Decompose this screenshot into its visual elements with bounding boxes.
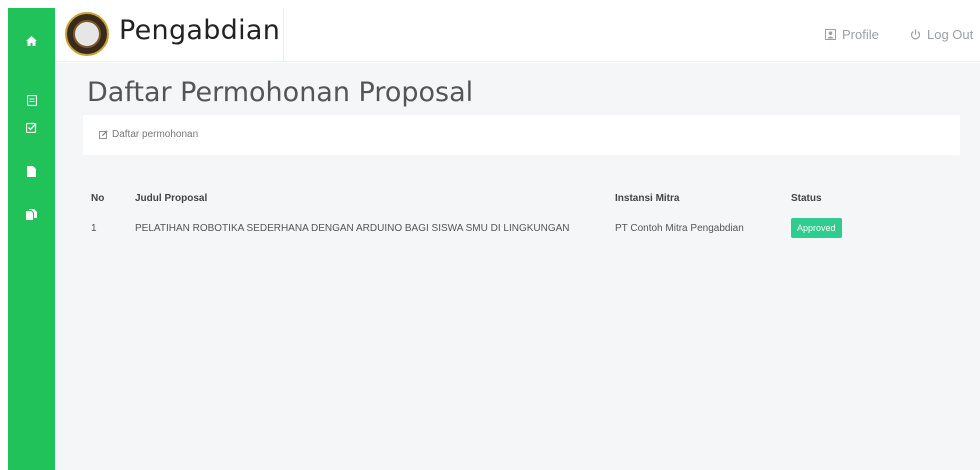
logo-emblem xyxy=(73,20,101,48)
page-title: Daftar Permohonan Proposal xyxy=(87,77,474,108)
sidebar-item-files[interactable] xyxy=(8,205,55,223)
section-label-text: Daftar permohonan xyxy=(112,129,199,140)
brand-divider xyxy=(283,8,284,62)
checkbox-icon xyxy=(26,122,37,133)
sidebar-item-document[interactable] xyxy=(8,91,55,109)
cell-status: Approved xyxy=(791,209,881,247)
top-navbar: Pengabdian Profile Log Out xyxy=(55,8,980,62)
brand-title[interactable]: Pengabdian xyxy=(119,15,280,46)
header-no: No xyxy=(91,192,105,204)
table-row[interactable]: 1 PELATIHAN ROBOTIKA SEDERHANA DENGAN AR… xyxy=(91,209,881,247)
logout-label: Log Out xyxy=(927,27,974,42)
profile-icon xyxy=(825,29,836,40)
sidebar xyxy=(8,8,55,470)
logout-link[interactable]: Log Out xyxy=(910,27,973,42)
cell-judul: PELATIHAN ROBOTIKA SEDERHANA DENGAN ARDU… xyxy=(135,222,570,234)
table-header-row: No Judul Proposal Instansi Mitra Status xyxy=(91,187,881,209)
home-icon xyxy=(26,36,37,46)
header-judul: Judul Proposal xyxy=(135,192,208,204)
university-logo[interactable] xyxy=(65,12,109,56)
section-label: Daftar permohonan xyxy=(99,129,198,140)
sidebar-item-home[interactable] xyxy=(8,32,55,50)
cell-instansi: PT Contoh Mitra Pengabdian xyxy=(615,222,744,234)
file-icon xyxy=(27,165,36,177)
status-badge: Approved xyxy=(791,218,842,238)
cell-no: 1 xyxy=(91,222,97,234)
section-header-card: Daftar permohonan xyxy=(83,115,960,155)
power-icon xyxy=(910,29,921,40)
profile-link[interactable]: Profile xyxy=(825,27,879,42)
sidebar-item-checkbox[interactable] xyxy=(8,118,55,136)
header-instansi: Instansi Mitra xyxy=(615,192,680,204)
main-content: Daftar Permohonan Proposal Daftar permoh… xyxy=(55,63,980,470)
files-icon xyxy=(26,208,37,220)
sidebar-item-file[interactable] xyxy=(8,162,55,180)
proposal-table: No Judul Proposal Instansi Mitra Status … xyxy=(91,187,881,247)
profile-label: Profile xyxy=(842,27,879,42)
document-icon xyxy=(26,94,37,106)
header-status: Status xyxy=(791,192,822,204)
edit-icon xyxy=(99,130,108,139)
